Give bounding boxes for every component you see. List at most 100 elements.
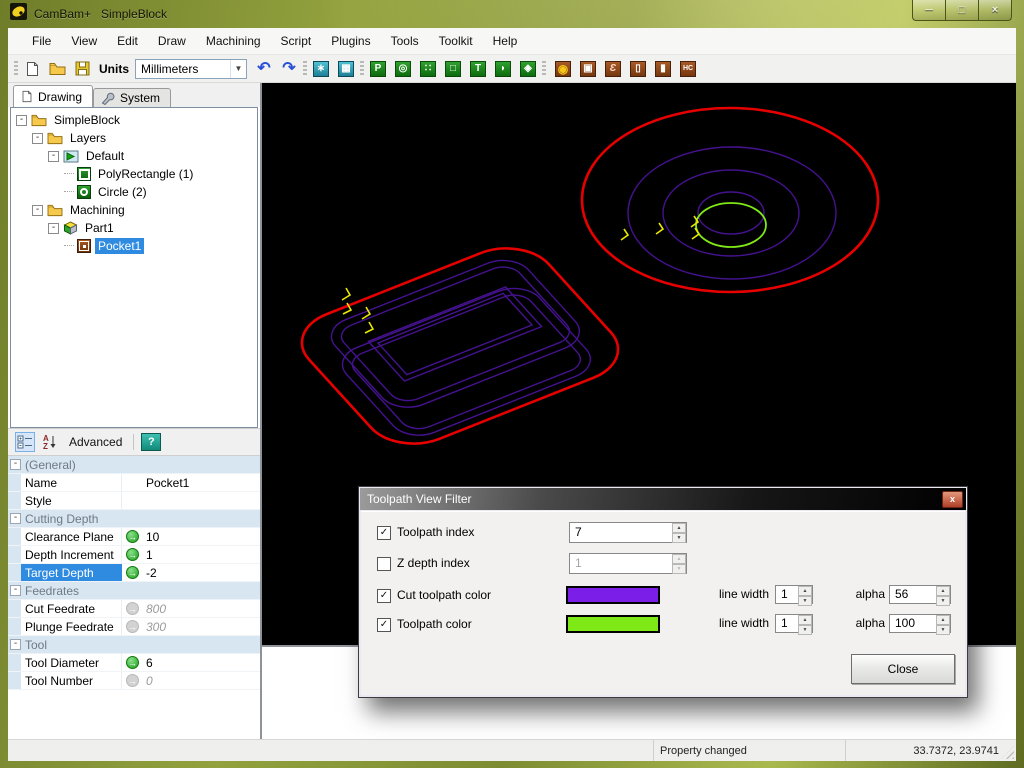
draw-polyline-icon[interactable]: P (367, 58, 389, 80)
help-button[interactable]: ? (141, 433, 161, 451)
menu-toolkit[interactable]: Toolkit (429, 30, 483, 52)
cut-toolpath-color-checkbox[interactable]: ✓ (377, 589, 391, 603)
property-value[interactable]: Pocket1 (143, 476, 189, 490)
property-value[interactable]: 10 (143, 530, 159, 544)
category-expander[interactable]: - (10, 585, 21, 596)
category-expander[interactable]: - (10, 459, 21, 470)
property-row-clearance-plane[interactable]: Clearance Plane → 10 (8, 528, 260, 546)
draw-point-list-icon[interactable]: ∷ (417, 58, 439, 80)
resize-grip[interactable] (1001, 746, 1014, 759)
alphabetical-sort-button[interactable]: AZ (42, 434, 58, 450)
mop-lathe-icon[interactable]: ▯ (627, 58, 649, 80)
mop-gcode-icon[interactable]: HC (677, 58, 699, 80)
maximize-button[interactable]: □ (946, 0, 979, 21)
menu-edit[interactable]: Edit (107, 30, 148, 52)
categorized-view-button[interactable] (15, 432, 35, 452)
spin-down-icon[interactable]: ▼ (936, 596, 950, 606)
chevron-down-icon[interactable]: ▼ (230, 60, 246, 78)
property-row-target-depth[interactable]: Target Depth → -2 (8, 564, 260, 582)
mop-pocket-icon[interactable]: ▣ (577, 58, 599, 80)
dialog-close-icon[interactable]: x (942, 491, 963, 508)
draw-circle-icon[interactable]: ◎ (392, 58, 414, 80)
dialog-titlebar[interactable]: Toolpath View Filter x (360, 488, 966, 510)
spin-down-icon[interactable]: ▼ (672, 533, 686, 543)
property-value[interactable]: 800 (143, 602, 166, 616)
property-row-style[interactable]: Style (8, 492, 260, 510)
draw-rectangle-icon[interactable]: □ (442, 58, 464, 80)
toolpath-index-checkbox[interactable]: ✓ (377, 526, 391, 540)
category-expander[interactable]: - (10, 513, 21, 524)
tree-expander[interactable]: - (16, 115, 27, 126)
advanced-button[interactable]: Advanced (65, 435, 126, 449)
property-row-tool-diameter[interactable]: Tool Diameter → 6 (8, 654, 260, 672)
snap-grid-icon[interactable]: ▦ (335, 58, 357, 80)
z-depth-index-spinner[interactable]: 1 ▲▼ (569, 553, 687, 574)
tree-item-pocket1[interactable]: Pocket1 (95, 238, 144, 254)
spin-up-icon[interactable]: ▲ (936, 586, 950, 596)
spin-up-icon[interactable]: ▲ (672, 523, 686, 533)
undo-icon[interactable]: ↶ (253, 58, 275, 80)
mop-profile-icon[interactable]: ◉ (552, 58, 574, 80)
mop-engrave-icon[interactable]: Ɛ (602, 58, 624, 80)
tree-item-layers[interactable]: Layers (67, 130, 109, 146)
tree-item-machining[interactable]: Machining (67, 202, 128, 218)
property-row-tool-number[interactable]: Tool Number → 0 (8, 672, 260, 690)
property-value[interactable]: 0 (143, 674, 153, 688)
tree-expander[interactable]: - (48, 151, 59, 162)
property-row-name[interactable]: Name Pocket1 (8, 474, 260, 492)
units-dropdown[interactable]: Millimeters ▼ (135, 59, 247, 79)
close-button[interactable]: × (979, 0, 1012, 21)
tab-drawing[interactable]: Drawing (13, 85, 93, 107)
mop-drill-icon[interactable]: ▮ (652, 58, 674, 80)
spin-down-icon[interactable]: ▼ (798, 596, 812, 606)
toolpath-index-spinner[interactable]: 7 ▲▼ (569, 522, 687, 543)
tree-item-default[interactable]: Default (83, 148, 127, 164)
z-depth-index-checkbox[interactable] (377, 557, 391, 571)
menu-view[interactable]: View (61, 30, 107, 52)
property-value[interactable]: -2 (143, 566, 157, 580)
tree-item-simpleblock[interactable]: SimpleBlock (51, 112, 123, 128)
spin-down-icon[interactable]: ▼ (936, 625, 950, 635)
tab-system[interactable]: System (93, 88, 171, 107)
spin-up-icon[interactable]: ▲ (798, 586, 812, 596)
spin-down-icon[interactable]: ▼ (798, 625, 812, 635)
tree-expander[interactable]: - (48, 223, 59, 234)
toolpath-color-checkbox[interactable]: ✓ (377, 618, 391, 632)
cut-toolpath-color-line-width-spinner[interactable]: 1 ▲▼ (775, 585, 813, 604)
menu-tools[interactable]: Tools (381, 30, 429, 52)
toolpath-color-line-width-spinner[interactable]: 1 ▲▼ (775, 614, 813, 633)
menu-plugins[interactable]: Plugins (321, 30, 380, 52)
cut-toolpath-color-alpha-spinner[interactable]: 56 ▲▼ (889, 585, 951, 604)
toolpath-color-swatch[interactable] (566, 615, 660, 633)
category-expander[interactable]: - (10, 639, 21, 650)
property-value[interactable]: 1 (143, 548, 153, 562)
menu-draw[interactable]: Draw (148, 30, 196, 52)
draw-arc-icon[interactable]: ◗ (492, 58, 514, 80)
save-file-icon[interactable] (71, 58, 93, 80)
tree-item-circle-2[interactable]: Circle (2) (95, 184, 150, 200)
spin-down-icon[interactable]: ▼ (672, 564, 686, 574)
menu-help[interactable]: Help (483, 30, 528, 52)
tree-expander[interactable]: - (32, 133, 43, 144)
toolpath-color-alpha-spinner[interactable]: 100 ▲▼ (889, 614, 951, 633)
spin-up-icon[interactable]: ▲ (936, 615, 950, 625)
menu-machining[interactable]: Machining (196, 30, 271, 52)
property-row-cut-feedrate[interactable]: Cut Feedrate → 800 (8, 600, 260, 618)
new-file-icon[interactable] (21, 58, 43, 80)
property-value[interactable]: 300 (143, 620, 166, 634)
property-row-plunge-feedrate[interactable]: Plunge Feedrate → 300 (8, 618, 260, 636)
draw-text-icon[interactable]: T (467, 58, 489, 80)
spin-up-icon[interactable]: ▲ (672, 554, 686, 564)
close-button[interactable]: Close (851, 654, 955, 684)
tree-item-polyrectangle-1[interactable]: PolyRectangle (1) (95, 166, 196, 182)
tree-expander[interactable]: - (32, 205, 43, 216)
property-value[interactable]: 6 (143, 656, 153, 670)
cut-toolpath-color-swatch[interactable] (566, 586, 660, 604)
snap-points-icon[interactable]: ∗ (310, 58, 332, 80)
minimize-button[interactable]: ─ (912, 0, 946, 21)
draw-surface-icon[interactable]: ◈ (517, 58, 539, 80)
menu-script[interactable]: Script (271, 30, 322, 52)
spin-up-icon[interactable]: ▲ (798, 615, 812, 625)
open-file-icon[interactable] (46, 58, 68, 80)
menu-file[interactable]: File (22, 30, 61, 52)
